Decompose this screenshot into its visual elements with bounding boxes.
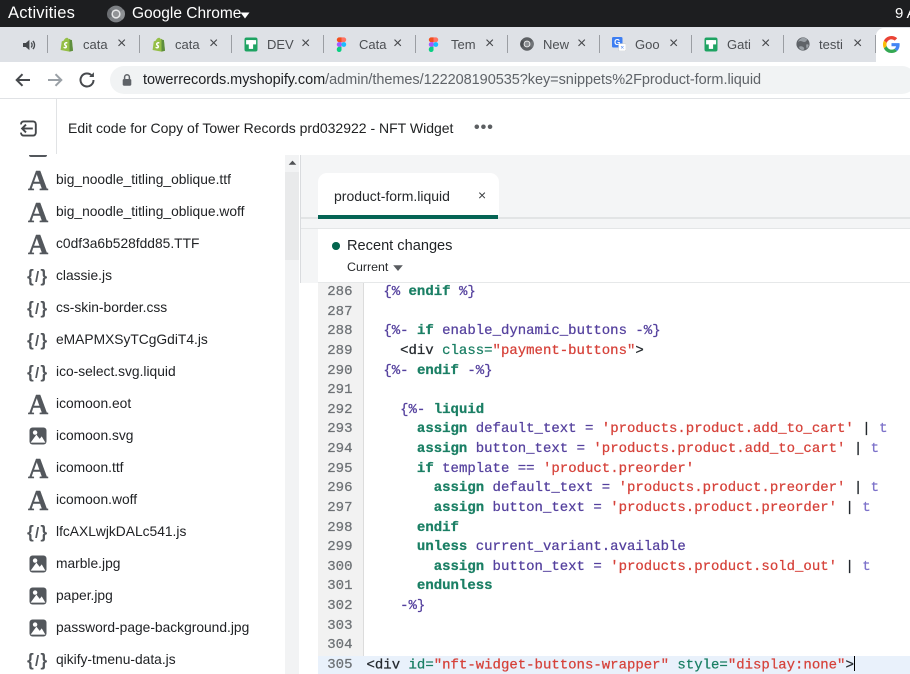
svg-text:×: × <box>620 45 624 51</box>
